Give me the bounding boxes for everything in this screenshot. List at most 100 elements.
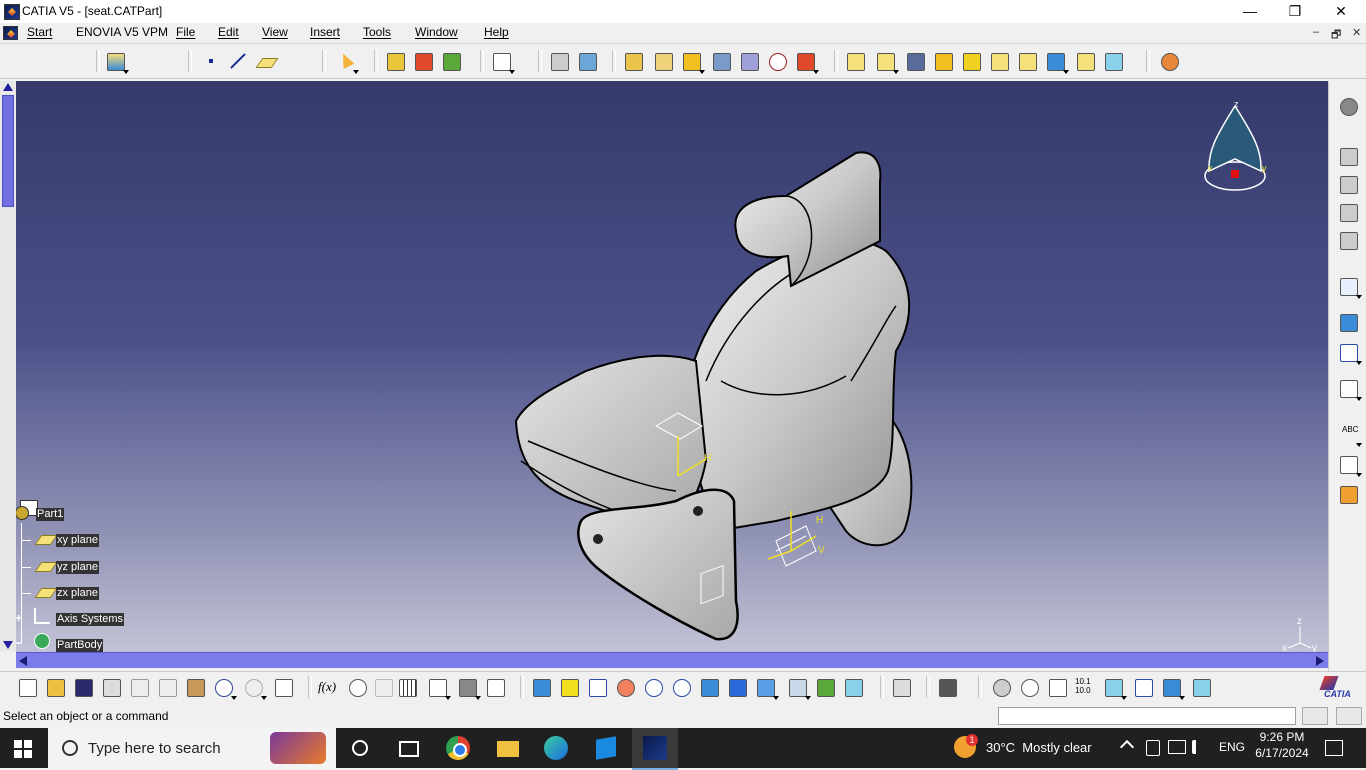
taskbar-search-box[interactable]: Type here to search [48, 728, 336, 768]
rotate-icon[interactable] [614, 676, 636, 698]
task-view-icon[interactable] [396, 736, 420, 760]
fly-mode-icon[interactable] [530, 676, 552, 698]
pan-icon[interactable] [586, 676, 608, 698]
save-icon[interactable] [72, 676, 94, 698]
thick-surface-icon[interactable] [1102, 50, 1124, 72]
measure-icon[interactable] [1337, 275, 1362, 299]
shading-icon[interactable] [786, 676, 811, 700]
scroll-left-arrow-icon[interactable] [19, 656, 27, 666]
menu-help[interactable]: Help [484, 25, 509, 39]
menu-enovia[interactable]: ENOVIA V5 VPM [76, 25, 168, 39]
menu-start[interactable]: Start [27, 25, 52, 39]
menu-window[interactable]: Window [415, 25, 458, 39]
cut-icon[interactable] [128, 676, 150, 698]
line-icon[interactable] [226, 50, 248, 72]
fit-all-icon[interactable] [558, 676, 580, 698]
seat-model[interactable]: H H V z x y z x y [16, 81, 1328, 652]
undo-icon[interactable] [212, 676, 237, 700]
scroll-right-arrow-icon[interactable] [1316, 656, 1324, 666]
zoom-out-icon[interactable] [670, 676, 692, 698]
list-icon[interactable] [484, 676, 506, 698]
language-indicator[interactable]: ENG [1219, 740, 1245, 754]
catalog-icon[interactable] [426, 676, 451, 700]
menu-tools[interactable]: Tools [363, 25, 391, 39]
weather-text[interactable]: 30°C Mostly clear [986, 740, 1092, 755]
settings-icon[interactable] [1337, 95, 1359, 117]
section-icon[interactable] [1102, 676, 1127, 700]
sketcher-icon[interactable] [490, 50, 515, 74]
hide-show-icon[interactable] [814, 676, 836, 698]
knowledge-icon[interactable] [346, 676, 368, 698]
material-icon[interactable] [1337, 483, 1359, 505]
boolean-add-icon[interactable] [1337, 173, 1359, 195]
camera-icon[interactable] [936, 676, 958, 698]
design-table-icon[interactable] [396, 676, 418, 698]
image-capture-icon[interactable] [890, 676, 912, 698]
knowledge-disabled-icon[interactable] [372, 676, 394, 698]
chamfer-icon[interactable] [874, 50, 899, 74]
restore-button[interactable]: ❐ [1272, 0, 1318, 22]
tree-item-part1[interactable]: Part1 [36, 508, 65, 521]
paste-icon[interactable] [184, 676, 206, 698]
isometric-view-icon[interactable] [754, 676, 779, 700]
whats-this-icon[interactable] [272, 676, 294, 698]
swap-visible-icon[interactable] [842, 676, 864, 698]
pattern-icon[interactable] [1337, 341, 1362, 365]
rib-icon[interactable] [710, 50, 732, 72]
hole-icon[interactable] [766, 50, 788, 72]
tree-item-partbody[interactable]: PartBody [56, 639, 104, 652]
minimize-button[interactable]: — [1227, 0, 1273, 22]
solid-combine-icon[interactable] [794, 50, 819, 74]
cortana-icon[interactable] [348, 736, 372, 760]
formula-icon[interactable]: f(x) [316, 676, 338, 698]
transformation-icon[interactable] [1044, 50, 1069, 74]
grid-snap-icon[interactable]: 10.1 10.0 [1074, 676, 1096, 698]
plane-icon[interactable] [254, 50, 279, 72]
pocket-icon[interactable] [652, 50, 674, 72]
hand-icon[interactable] [1018, 676, 1040, 698]
menu-view[interactable]: View [262, 25, 288, 39]
file-explorer-icon[interactable] [496, 736, 520, 760]
remove-face-icon[interactable] [1016, 50, 1038, 72]
boolean-intersect-icon[interactable] [1337, 229, 1359, 251]
zoom-in-icon[interactable] [642, 676, 664, 698]
thickness-icon[interactable] [960, 50, 982, 72]
fillet-icon[interactable] [844, 50, 866, 72]
menu-insert[interactable]: Insert [310, 25, 340, 39]
copy-icon[interactable] [156, 676, 178, 698]
scroll-up-arrow-icon[interactable] [3, 83, 13, 91]
mdi-minimize-button[interactable]: – [1313, 26, 1319, 38]
network-icon[interactable] [1168, 740, 1186, 754]
horizontal-scrollbar[interactable] [16, 652, 1328, 668]
scroll-down-arrow-icon[interactable] [3, 641, 13, 649]
tree-item-xy-plane[interactable]: xy plane [56, 534, 99, 547]
document-icon[interactable] [3, 26, 18, 40]
flag-note-icon[interactable] [1337, 453, 1362, 477]
pad-icon[interactable] [622, 50, 644, 72]
manual-update-icon[interactable] [440, 50, 462, 72]
sketch-tracker-icon[interactable] [990, 676, 1012, 698]
command-toggle-button[interactable] [1302, 707, 1328, 725]
command-input[interactable] [998, 707, 1296, 725]
render-icon[interactable] [1132, 676, 1154, 698]
draft-icon[interactable] [904, 50, 926, 72]
expand-icon[interactable]: + [16, 611, 22, 625]
tree-item-yz-plane[interactable]: yz plane [56, 561, 99, 574]
select-icon[interactable] [334, 50, 359, 74]
redo-icon[interactable] [242, 676, 267, 700]
print-icon[interactable] [100, 676, 122, 698]
apply-material-icon[interactable] [1158, 50, 1180, 72]
edge-icon[interactable] [544, 736, 568, 760]
reference-element-icon[interactable] [548, 50, 570, 72]
scale-icon[interactable] [1337, 377, 1362, 401]
mdi-restore-button[interactable]: 🗗 [1331, 26, 1341, 45]
update-icon[interactable] [384, 50, 406, 72]
layers-filter-icon[interactable] [1160, 676, 1185, 700]
multi-section-icon[interactable] [738, 50, 760, 72]
annotation-icon[interactable]: ABC [1337, 423, 1362, 447]
vertical-scrollbar[interactable] [0, 81, 16, 652]
thread-icon[interactable] [988, 50, 1010, 72]
multi-view-icon[interactable] [726, 676, 748, 698]
3d-viewport[interactable]: H H V z x y z x y Part1 xy plane yz plan… [16, 81, 1328, 652]
shaft-icon[interactable] [680, 50, 705, 74]
